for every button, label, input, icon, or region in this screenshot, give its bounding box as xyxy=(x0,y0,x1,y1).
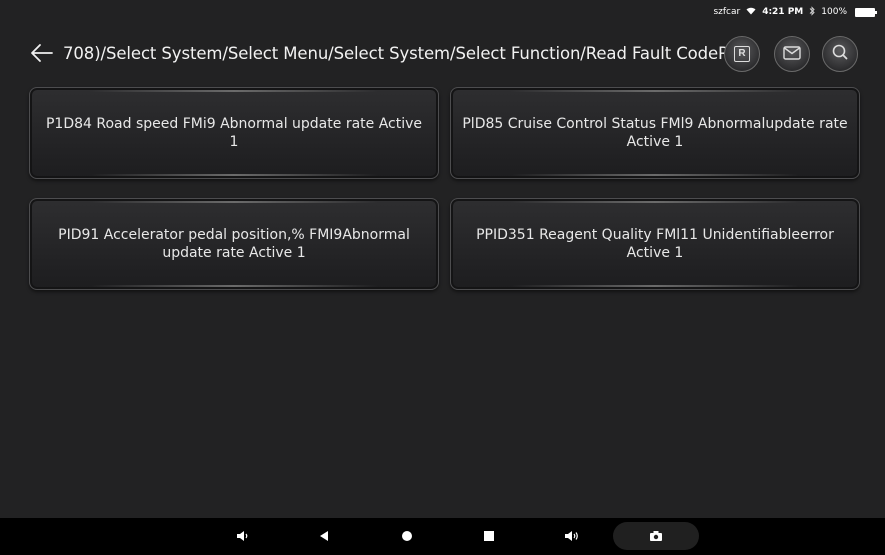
mail-icon xyxy=(783,45,801,64)
fault-code-text: PID91 Accelerator pedal position,% FMI9A… xyxy=(58,227,410,261)
volume-down-icon[interactable] xyxy=(231,526,255,546)
fault-code-card[interactable]: PPID351 Reagent Quality FMl11 Unidentifi… xyxy=(450,198,860,290)
header: 708)/Select System/Select Menu/Select Sy… xyxy=(0,28,885,80)
status-bar: szfcar 4:21 PM 100% xyxy=(0,0,885,24)
search-button[interactable] xyxy=(822,36,858,72)
fault-code-card[interactable]: PID91 Accelerator pedal position,% FMI9A… xyxy=(29,198,439,290)
fault-code-text: PlD85 Cruise Control Status FMl9 Abnorma… xyxy=(462,116,848,150)
camera-icon xyxy=(649,527,663,546)
home-circle-icon[interactable] xyxy=(395,526,419,546)
clock-label: 4:21 PM xyxy=(762,7,804,17)
page-title: 708)/Select System/Select Menu/Select Sy… xyxy=(63,44,730,63)
mail-button[interactable] xyxy=(774,36,810,72)
search-icon xyxy=(832,44,848,64)
report-button[interactable]: R xyxy=(724,36,760,72)
wifi-icon xyxy=(746,7,756,18)
fault-code-text: P1D84 Road speed FMi9 Abnormal update ra… xyxy=(45,116,423,150)
screenshot-button[interactable] xyxy=(613,522,699,550)
report-icon: R xyxy=(734,46,750,62)
battery-icon xyxy=(855,7,877,17)
fault-code-card[interactable]: PlD85 Cruise Control Status FMl9 Abnorma… xyxy=(450,87,860,179)
carrier-label: szfcar xyxy=(713,7,741,17)
navigation-bar xyxy=(0,518,885,555)
back-arrow-icon[interactable] xyxy=(30,43,54,63)
battery-percent: 100% xyxy=(821,7,847,17)
fault-code-text: PPID351 Reagent Quality FMl11 Unidentifi… xyxy=(476,227,834,261)
back-triangle-icon[interactable] xyxy=(312,526,336,546)
recents-square-icon[interactable] xyxy=(477,526,501,546)
fault-code-card[interactable]: P1D84 Road speed FMi9 Abnormal update ra… xyxy=(29,87,439,179)
volume-up-icon[interactable] xyxy=(560,526,584,546)
bluetooth-icon xyxy=(809,5,815,19)
